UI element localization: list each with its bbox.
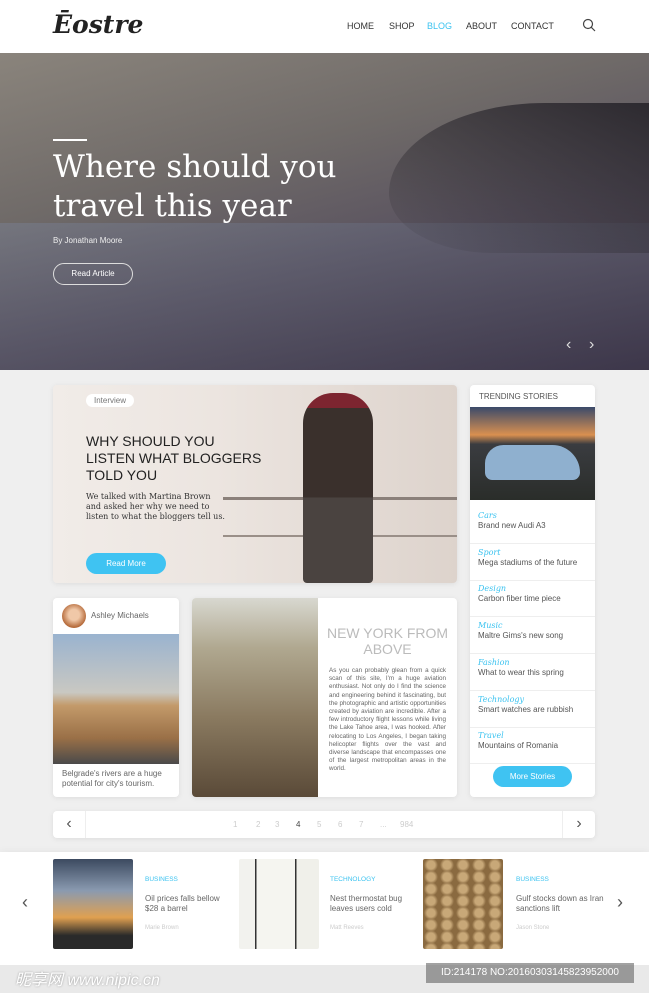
featured-image-person — [303, 393, 373, 583]
page-number[interactable]: 3 — [275, 820, 279, 829]
avatar — [62, 604, 86, 628]
strip-author: Marie Brown — [145, 925, 179, 931]
hero-prev-icon[interactable]: ‹ — [566, 336, 571, 354]
hero-divider — [53, 139, 87, 141]
strip-author: Jason Stone — [516, 925, 550, 931]
featured-title: WHY SHOULD YOU LISTEN WHAT BLOGGERS TOLD… — [86, 433, 262, 483]
logo[interactable]: Ēostre — [53, 10, 143, 39]
trending-item[interactable]: Fashion What to wear this spring — [470, 654, 595, 691]
page-number[interactable]: 984 — [400, 820, 413, 829]
trending-item[interactable]: Travel Mountains of Romania — [470, 727, 595, 765]
trending-title: Carbon fiber time piece — [478, 594, 561, 604]
strip-image[interactable] — [423, 859, 503, 949]
trending-title: Brand new Audi A3 — [478, 521, 546, 530]
prev-page-button[interactable]: ‹ — [53, 811, 86, 838]
read-more-button[interactable]: Read More — [86, 553, 166, 574]
header: Ēostre HOME SHOP BLOG ABOUT CONTACT — [0, 0, 649, 53]
page-number[interactable]: 4 — [296, 820, 300, 829]
category-badge: Interview — [86, 394, 135, 407]
strip-title[interactable]: Nest thermostat bug leaves users cold — [330, 894, 420, 914]
trending-item[interactable]: Design Carbon fiber time piece — [470, 580, 595, 618]
trending-category: Sport — [478, 547, 501, 557]
nav-shop[interactable]: SHOP — [389, 21, 415, 31]
trending-title: Maltre Gims's new song — [478, 631, 564, 641]
page-number[interactable]: 7 — [359, 820, 363, 829]
hero-image-cliff — [389, 103, 649, 253]
author-name[interactable]: Ashley Michaels — [91, 611, 149, 620]
strip-image[interactable] — [239, 859, 319, 949]
trending-category: Cars — [478, 511, 497, 520]
nav-contact[interactable]: CONTACT — [511, 21, 554, 31]
trending-category: Technology — [478, 694, 525, 704]
related-strip: ‹ › BUSINESS Oil prices falls bellow $28 … — [0, 852, 649, 965]
search-icon[interactable] — [582, 18, 596, 32]
hero-next-icon[interactable]: › — [589, 336, 594, 354]
strip-category: BUSINESS — [145, 876, 178, 883]
watermark-id: ID:214178 NO:20160303145823952000 — [426, 963, 634, 983]
trending-image[interactable] — [470, 407, 595, 500]
page-number[interactable]: 1 — [233, 820, 237, 829]
trending-title: Smart watches are rubbish — [478, 704, 574, 714]
hero-byline: By Jonathan Moore — [53, 236, 123, 245]
strip-title[interactable]: Oil prices falls bellow $28 a barrel — [145, 894, 235, 914]
strip-category: TECHNOLOGY — [330, 876, 376, 883]
page-number[interactable]: ... — [380, 820, 387, 829]
nav-blog[interactable]: BLOG — [427, 21, 452, 31]
trending-category: Fashion — [478, 657, 510, 667]
nav-about[interactable]: ABOUT — [466, 21, 497, 31]
next-page-button[interactable]: › — [562, 811, 595, 838]
trending-item[interactable]: Sport Mega stadiums of the future — [470, 544, 595, 581]
strip-author: Matt Reeves — [330, 925, 364, 931]
strip-category: BUSINESS — [516, 876, 549, 883]
page-number[interactable]: 2 — [256, 820, 260, 829]
strip-title[interactable]: Gulf stocks down as Iran sanctions lift — [516, 894, 606, 914]
article-card[interactable]: NEW YORK FROM ABOVE As you can probably … — [192, 598, 457, 797]
trending-item[interactable]: Music Maltre Gims's new song — [470, 617, 595, 655]
trending-item[interactable]: Cars Brand new Audi A3 — [470, 507, 595, 544]
hero-title: Where should you travel this year — [53, 149, 337, 224]
strip-prev-icon[interactable]: ‹ — [22, 892, 28, 913]
strip-next-icon[interactable]: › — [617, 892, 623, 913]
trending-category: Music — [478, 621, 503, 631]
trending-title: Mountains of Romania — [478, 741, 559, 751]
article-title: NEW YORK FROM ABOVE — [326, 625, 449, 657]
author-card[interactable]: Ashley Michaels Belgrade's rivers are a … — [53, 598, 179, 797]
watermark-site: 昵享网 www.nipic.cn — [15, 972, 160, 989]
pagination: ‹ › 1 2 3 4 5 6 7... 984 — [53, 811, 595, 838]
page-number[interactable]: 6 — [338, 820, 342, 829]
trending-heading: TRENDING STORIES — [479, 392, 558, 401]
featured-card[interactable]: Interview WHY SHOULD YOU LISTEN WHAT BLO… — [53, 385, 457, 583]
trending-category: Travel — [478, 731, 504, 741]
author-card-image — [53, 634, 179, 764]
read-article-button[interactable]: Read Article — [53, 263, 133, 285]
author-card-caption: Belgrade's rivers are a huge potential f… — [62, 769, 162, 788]
trending-title: What to wear this spring — [478, 667, 564, 677]
article-text: As you can probably glean from a quick s… — [329, 667, 446, 773]
strip-image[interactable] — [53, 859, 133, 949]
trending-category: Design — [478, 584, 507, 594]
trending-item[interactable]: Technology Smart watches are rubbish — [470, 691, 595, 728]
car-image — [485, 445, 580, 480]
page-number[interactable]: 5 — [317, 820, 321, 829]
article-image — [192, 598, 318, 797]
trending-title: Mega stadiums of the future — [478, 557, 578, 567]
featured-description: We talked with Martina Brown and asked h… — [86, 492, 225, 521]
trending-stories: TRENDING STORIES Cars Brand new Audi A3 Sp… — [470, 385, 595, 797]
nav-home[interactable]: HOME — [347, 21, 374, 31]
more-stories-button[interactable]: More Stories — [493, 766, 572, 787]
